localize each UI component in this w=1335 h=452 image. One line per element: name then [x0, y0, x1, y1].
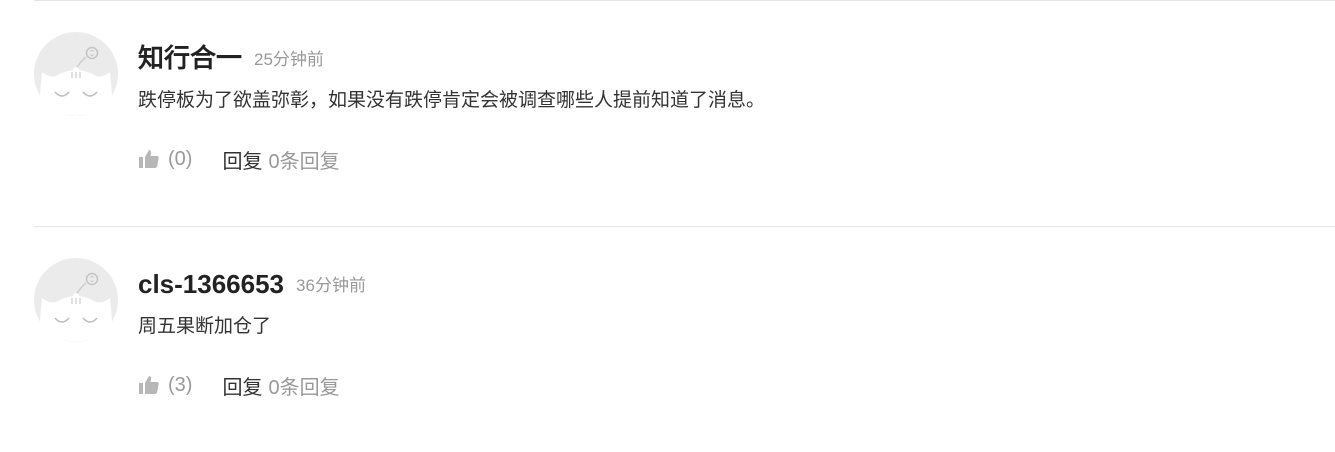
like-count: (0): [168, 147, 193, 170]
comment-item: cls-1366653 36分钟前 周五果断加仓了 (3) 回复 0条回复: [34, 226, 1335, 452]
comment-text: 跌停板为了欲盖弥彰，如果没有跌停肯定会被调查哪些人提前知道了消息。: [138, 90, 766, 111]
comment-time: 36分钟前: [296, 276, 366, 295]
comment-author: cls-1366653 36分钟前: [138, 267, 366, 303]
comment-list: 知行合一 25分钟前 跌停板为了欲盖弥彰，如果没有跌停肯定会被调查哪些人提前知道了…: [34, 0, 1335, 427]
author-name[interactable]: 知行合一: [138, 43, 242, 73]
like-button[interactable]: (3): [138, 374, 192, 397]
author-name[interactable]: cls-1366653: [138, 269, 284, 299]
reply-count[interactable]: 0条回复: [268, 371, 339, 400]
like-count: (3): [168, 373, 193, 396]
default-avatar-icon[interactable]: [34, 32, 118, 116]
comment-time: 25分钟前: [254, 50, 324, 69]
comment-text: 周五果断加仓了: [138, 316, 272, 337]
default-avatar-icon[interactable]: [34, 258, 118, 342]
comment-author: 知行合一 25分钟前: [138, 41, 324, 77]
thumbs-up-icon: [139, 376, 159, 394]
reply-button[interactable]: 回复: [222, 371, 262, 400]
like-button[interactable]: (0): [138, 148, 192, 171]
comment-actions: (3) 回复 0条回复: [138, 369, 340, 401]
comment-actions: (0) 回复 0条回复: [138, 143, 340, 175]
reply-count[interactable]: 0条回复: [268, 145, 339, 174]
reply-button[interactable]: 回复: [222, 145, 262, 174]
comment-item: 知行合一 25分钟前 跌停板为了欲盖弥彰，如果没有跌停肯定会被调查哪些人提前知道了…: [34, 0, 1335, 226]
thumbs-up-icon: [139, 150, 159, 168]
